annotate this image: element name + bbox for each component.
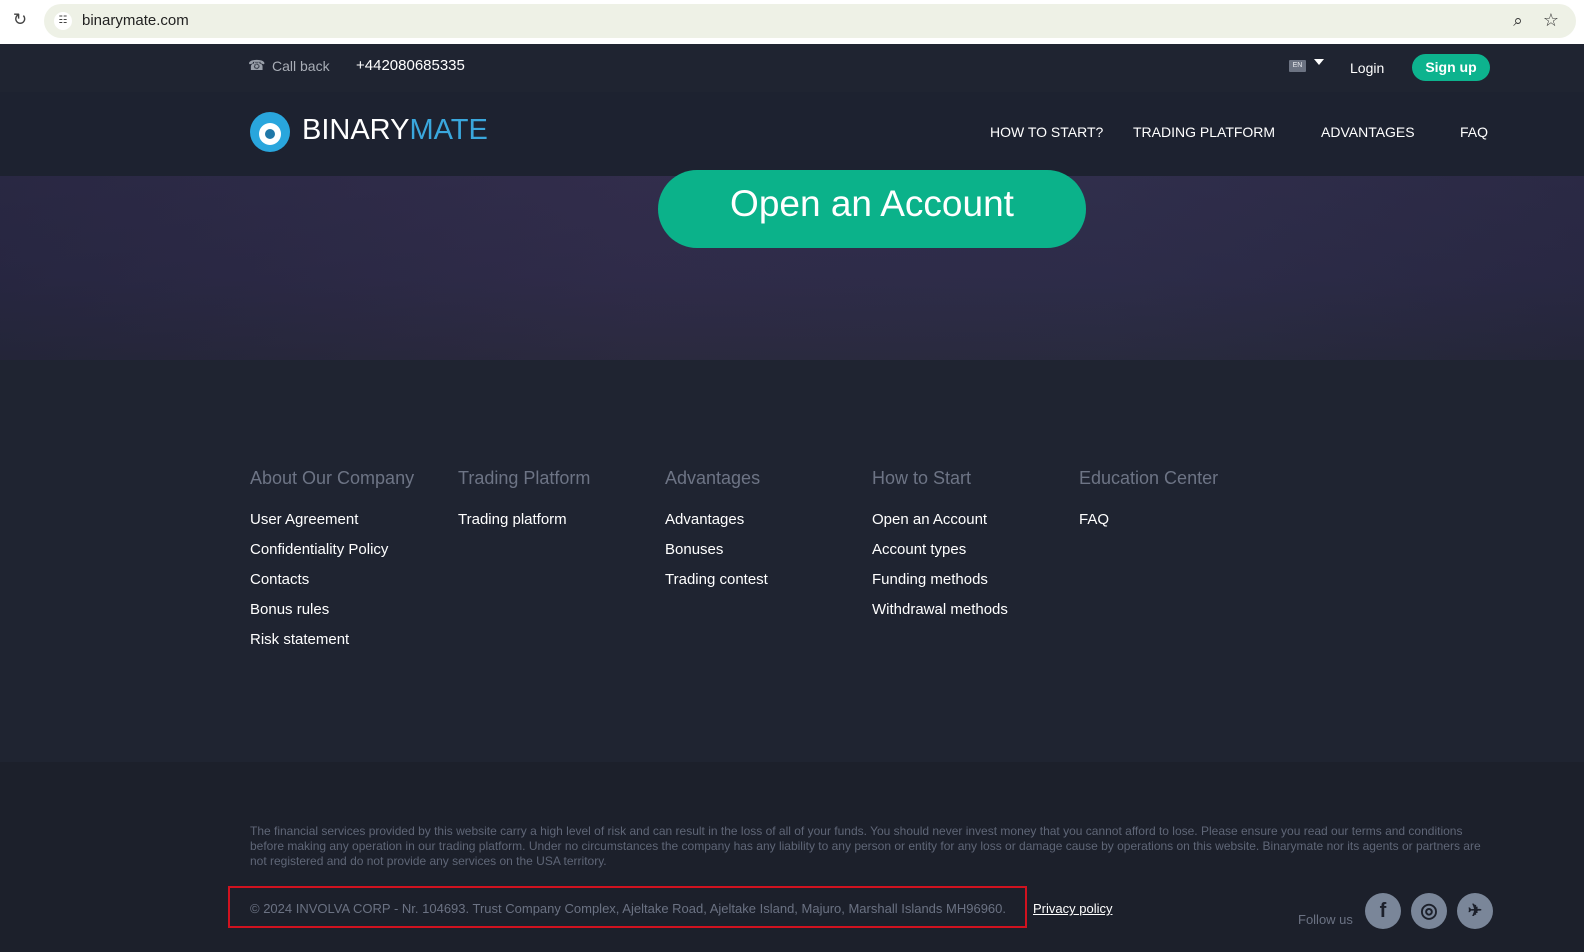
zoom-icon[interactable]: ⌕ <box>1508 11 1528 31</box>
footer-column-education: Education Center FAQ <box>1079 468 1218 541</box>
risk-disclaimer: The financial services provided by this … <box>250 824 1481 868</box>
link-open-account[interactable]: Open an Account <box>872 511 1008 529</box>
language-flag-icon[interactable]: EN <box>1289 60 1306 72</box>
logo-pupil <box>265 129 275 139</box>
link-bonus-rules[interactable]: Bonus rules <box>250 601 414 619</box>
logo-wordmark[interactable]: BINARYMATE <box>302 114 488 147</box>
link-contacts[interactable]: Contacts <box>250 571 414 589</box>
instagram-icon[interactable]: ◎ <box>1411 893 1447 929</box>
link-bonuses[interactable]: Bonuses <box>665 541 768 559</box>
nav-advantages[interactable]: ADVANTAGES <box>1321 124 1415 140</box>
top-strip: ☎ Call back +442080685335 EN Login Sign … <box>0 44 1584 92</box>
footer-column-advantages: Advantages Advantages Bonuses Trading co… <box>665 468 768 601</box>
copyright-text: © 2024 INVOLVA CORP - Nr. 104693. Trust … <box>250 901 1006 916</box>
nav-how-to-start[interactable]: HOW TO START? <box>990 124 1103 140</box>
chevron-down-icon[interactable] <box>1314 59 1324 65</box>
footer-links: About Our Company User Agreement Confide… <box>0 360 1584 762</box>
logo-icon[interactable] <box>250 112 290 152</box>
callback-link[interactable]: Call back <box>272 58 330 74</box>
twitter-icon[interactable]: ✈ <box>1457 893 1493 929</box>
reload-icon[interactable]: ↻ <box>10 10 30 30</box>
link-withdrawal-methods[interactable]: Withdrawal methods <box>872 601 1008 619</box>
follow-us-label: Follow us <box>1298 912 1353 927</box>
address-bar[interactable]: ☷ binarymate.com ⌕ ☆ <box>44 4 1576 38</box>
logo-part-binary: BINARY <box>302 114 410 146</box>
url-text: binarymate.com <box>82 12 189 29</box>
main-nav: BINARYMATE HOW TO START? TRADING PLATFOR… <box>0 92 1584 176</box>
hero-section: Open an Account <box>0 170 1584 360</box>
link-trading-platform[interactable]: Trading platform <box>458 511 590 529</box>
column-heading: How to Start <box>872 468 972 488</box>
link-advantages[interactable]: Advantages <box>665 511 768 529</box>
link-faq[interactable]: FAQ <box>1079 511 1218 529</box>
facebook-icon[interactable]: f <box>1365 893 1401 929</box>
browser-toolbar: ↻ ☷ binarymate.com ⌕ ☆ <box>0 0 1584 44</box>
phone-number: +442080685335 <box>356 57 465 74</box>
column-heading: Education Center <box>1079 468 1219 488</box>
footer-column-how-to-start: How to Start Open an Account Account typ… <box>872 468 1008 631</box>
link-user-agreement[interactable]: User Agreement <box>250 511 414 529</box>
column-heading: Trading Platform <box>458 468 591 488</box>
site-info-icon[interactable]: ☷ <box>54 12 72 30</box>
privacy-policy-link[interactable]: Privacy policy <box>1033 901 1112 916</box>
link-trading-contest[interactable]: Trading contest <box>665 571 768 589</box>
bookmark-star-icon[interactable]: ☆ <box>1540 10 1562 32</box>
login-button[interactable]: Login <box>1350 60 1384 76</box>
logo-part-mate: MATE <box>409 114 488 146</box>
column-heading: About Our Company <box>250 468 415 488</box>
column-heading: Advantages <box>665 468 761 488</box>
link-account-types[interactable]: Account types <box>872 541 1008 559</box>
signup-button[interactable]: Sign up <box>1412 54 1490 81</box>
link-funding-methods[interactable]: Funding methods <box>872 571 1008 589</box>
footer-column-company: About Our Company User Agreement Confide… <box>250 468 414 661</box>
phone-icon[interactable]: ☎ <box>248 58 265 76</box>
footer-column-platform: Trading Platform Trading platform <box>458 468 590 541</box>
open-account-button[interactable]: Open an Account <box>658 170 1086 248</box>
nav-trading-platform[interactable]: TRADING PLATFORM <box>1133 124 1275 140</box>
footer-bottom: The financial services provided by this … <box>0 762 1584 952</box>
nav-faq[interactable]: FAQ <box>1460 124 1488 140</box>
link-risk-statement[interactable]: Risk statement <box>250 631 414 649</box>
link-confidentiality-policy[interactable]: Confidentiality Policy <box>250 541 414 559</box>
